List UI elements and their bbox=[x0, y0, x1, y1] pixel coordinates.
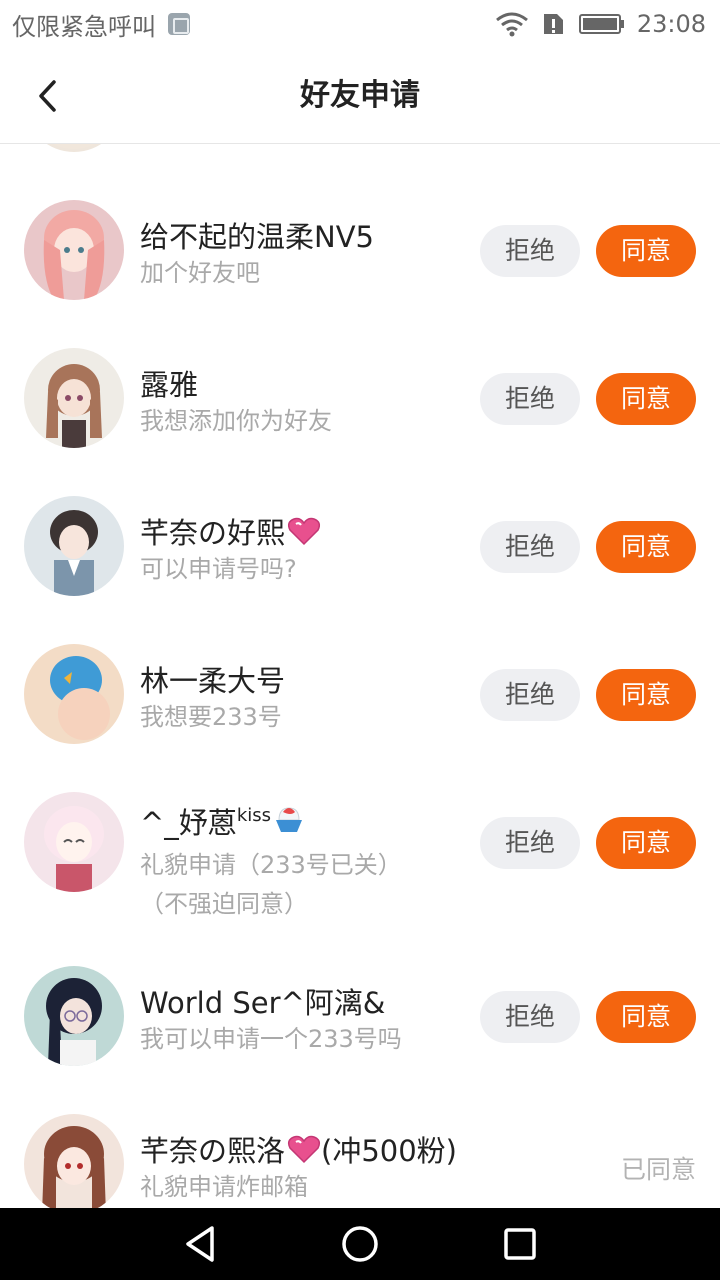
friend-request-list: 给不起的温柔NV5 加个好友吧 拒绝 同意 露雅 我想添加你为好友 拒绝 同意 … bbox=[0, 144, 720, 1208]
nav-back-button[interactable] bbox=[178, 1222, 222, 1266]
chevron-left-icon bbox=[39, 80, 56, 112]
screen: 仅限紧急呼叫 23:08 好友申请 给不起的温柔NV5 加个好友吧 拒绝 同意 … bbox=[0, 0, 720, 1280]
avatar bbox=[24, 496, 124, 596]
nav-recents-button[interactable] bbox=[498, 1222, 542, 1266]
request-message: 可以申请号吗? bbox=[140, 555, 297, 583]
battery-icon bbox=[578, 14, 624, 34]
avatar bbox=[24, 644, 124, 744]
status-time: 23:08 bbox=[636, 10, 706, 38]
request-message: 礼貌申请炸邮箱 bbox=[140, 1173, 308, 1201]
request-message: 加个好友吧 bbox=[140, 259, 260, 287]
reject-button[interactable]: 拒绝 bbox=[480, 521, 580, 573]
list-item: 芊奈の熙洛 (冲500粉) 礼貌申请炸邮箱 已同意 bbox=[0, 1114, 720, 1208]
accept-button[interactable]: 同意 bbox=[596, 669, 696, 721]
status-bar: 仅限紧急呼叫 23:08 bbox=[0, 0, 720, 48]
list-item: ^_妤蒽kiss 礼貌申请（233号已关） （不强迫同意） 拒绝 同意 bbox=[0, 792, 720, 924]
list-item: 给不起的温柔NV5 加个好友吧 拒绝 同意 bbox=[0, 200, 720, 312]
reject-button[interactable]: 拒绝 bbox=[480, 225, 580, 277]
app-header: 好友申请 bbox=[0, 48, 720, 144]
request-message: 我可以申请一个233号吗 bbox=[140, 1025, 402, 1053]
request-message: 礼貌申请（233号已关） （不强迫同意） bbox=[140, 846, 460, 924]
avatar bbox=[24, 966, 124, 1066]
name-suffix: kiss bbox=[236, 805, 271, 826]
status-left: 仅限紧急呼叫 bbox=[12, 7, 190, 42]
list-item: 林一柔大号 我想要233号 拒绝 同意 bbox=[0, 644, 720, 756]
requester-name: ^_妤蒽kiss bbox=[140, 800, 305, 842]
avatar bbox=[24, 144, 124, 152]
list-item: 芊奈の好熙 可以申请号吗? 拒绝 同意 bbox=[0, 496, 720, 608]
heart-icon bbox=[287, 1135, 321, 1164]
requester-name: 芊奈の好熙 bbox=[140, 510, 321, 552]
accept-button[interactable]: 同意 bbox=[596, 521, 696, 573]
avatar bbox=[24, 348, 124, 448]
avatar bbox=[24, 1114, 124, 1208]
accept-button[interactable]: 同意 bbox=[596, 991, 696, 1043]
heart-icon bbox=[287, 517, 321, 546]
list-item: World Ser^阿漓& 我可以申请一个233号吗 拒绝 同意 bbox=[0, 966, 720, 1078]
requester-name: 露雅 bbox=[140, 368, 199, 402]
home-circle-icon bbox=[342, 1226, 378, 1262]
accepted-status: 已同意 bbox=[620, 1155, 696, 1184]
back-button[interactable] bbox=[22, 72, 74, 120]
avatar bbox=[24, 200, 124, 300]
status-right: 23:08 bbox=[495, 10, 706, 38]
sim-alert-icon bbox=[543, 14, 563, 34]
request-message-line: 礼貌申请（233号已关） bbox=[140, 851, 402, 879]
reject-button[interactable]: 拒绝 bbox=[480, 991, 580, 1043]
wifi-icon bbox=[495, 12, 528, 37]
page-title: 好友申请 bbox=[300, 78, 420, 113]
nav-home-button[interactable] bbox=[338, 1222, 382, 1266]
requester-name-tail: (冲500粉) bbox=[321, 1134, 457, 1168]
requester-name-text: ^_妤蒽 bbox=[140, 806, 237, 840]
shaved-ice-icon bbox=[276, 807, 302, 832]
requester-name-text: 芊奈の好熙 bbox=[140, 516, 286, 550]
system-nav-bar bbox=[0, 1208, 720, 1280]
request-message-line: （不强迫同意） bbox=[140, 890, 308, 918]
requester-name: 给不起的温柔NV5 bbox=[140, 220, 374, 254]
recents-square-icon bbox=[504, 1228, 536, 1260]
reject-button[interactable]: 拒绝 bbox=[480, 373, 580, 425]
accept-button[interactable]: 同意 bbox=[596, 373, 696, 425]
reject-button[interactable]: 拒绝 bbox=[480, 817, 580, 869]
carrier-text: 仅限紧急呼叫 bbox=[12, 12, 156, 41]
requester-name-text: 芊奈の熙洛 bbox=[140, 1134, 286, 1168]
accept-button[interactable]: 同意 bbox=[596, 225, 696, 277]
request-message: 我想添加你为好友 bbox=[140, 407, 332, 435]
requester-name: 林一柔大号 bbox=[140, 664, 286, 698]
accept-button[interactable]: 同意 bbox=[596, 817, 696, 869]
requester-name: 芊奈の熙洛 (冲500粉) bbox=[140, 1128, 457, 1170]
requester-name: World Ser^阿漓& bbox=[140, 986, 386, 1020]
list-item: 露雅 我想添加你为好友 拒绝 同意 bbox=[0, 348, 720, 460]
back-triangle-icon bbox=[186, 1226, 214, 1262]
avatar bbox=[24, 792, 124, 892]
request-message: 我想要233号 bbox=[140, 703, 282, 731]
reject-button[interactable]: 拒绝 bbox=[480, 669, 580, 721]
notification-icon bbox=[168, 13, 190, 35]
